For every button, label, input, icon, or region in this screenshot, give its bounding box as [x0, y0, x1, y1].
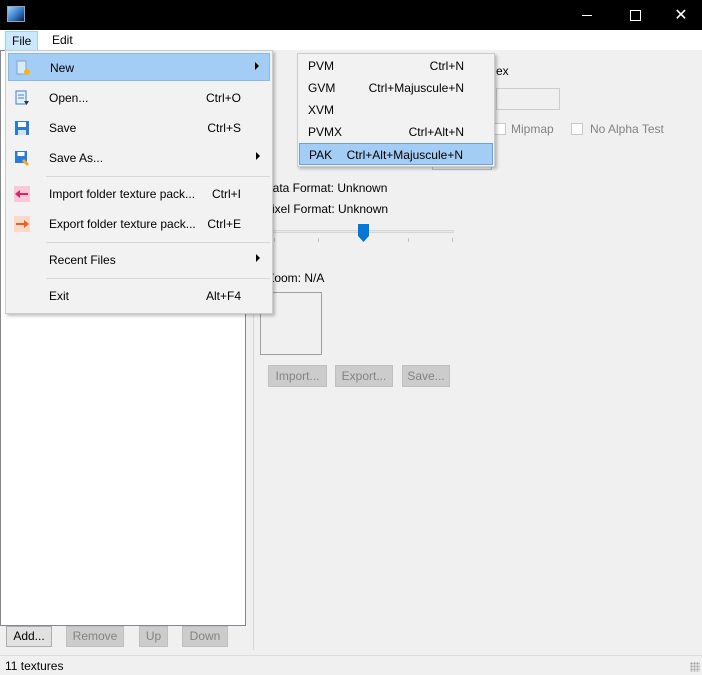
menu-bar [0, 30, 702, 50]
minimize-icon [582, 14, 592, 16]
import-texture-button[interactable]: Import... [268, 365, 327, 387]
submenu-item-label: PAK [309, 148, 333, 162]
status-text: 11 textures [5, 659, 64, 673]
maximize-icon [629, 9, 641, 21]
menu-item-shortcut: Ctrl+S [207, 121, 241, 135]
menu-edit[interactable]: Edit [46, 31, 79, 50]
remove-button[interactable]: Remove [66, 626, 124, 647]
texture-name-field[interactable] [496, 88, 560, 110]
save-icon [14, 120, 30, 136]
save-as-icon [14, 150, 30, 166]
app-icon [7, 6, 25, 22]
submenu-item-label: PVM [308, 59, 335, 73]
new-file-icon [15, 60, 31, 76]
close-button[interactable]: ✕ [658, 0, 702, 30]
menu-separator [46, 278, 270, 279]
save-texture-button[interactable]: Save... [402, 365, 450, 387]
minimize-button[interactable] [564, 0, 610, 30]
menu-item-new[interactable]: New [8, 53, 270, 81]
menu-item-label: Import folder texture pack... [49, 187, 196, 201]
menu-item-import-folder[interactable]: Import folder texture pack... Ctrl+I [8, 180, 270, 208]
zoom-slider-thumb[interactable] [358, 224, 369, 242]
submenu-item-shortcut: Ctrl+Alt+Majuscule+N [346, 148, 463, 162]
menu-item-exit[interactable]: Exit Alt+F4 [8, 282, 270, 310]
no-alpha-test-label: No Alpha Test [590, 122, 664, 136]
menu-separator [46, 242, 270, 243]
zoom-label: Zoom: N/A [270, 271, 325, 285]
menu-item-label: New [50, 61, 75, 75]
menu-item-label: Open... [49, 91, 89, 105]
submenu-arrow-icon [256, 254, 260, 262]
menu-item-label: Export folder texture pack... [49, 217, 196, 231]
menu-item-recent-files[interactable]: Recent Files [8, 246, 270, 274]
down-button[interactable]: Down [182, 626, 228, 647]
menu-item-export-folder[interactable]: Export folder texture pack... Ctrl+E [8, 210, 270, 238]
no-alpha-test-checkbox[interactable] [571, 123, 583, 135]
menu-item-label: Exit [49, 289, 70, 303]
slider-tick [452, 238, 453, 242]
menu-file[interactable]: File [5, 31, 39, 52]
menu-item-save[interactable]: Save Ctrl+S [8, 114, 270, 142]
menu-item-label: Save [49, 121, 77, 135]
submenu-item-pak[interactable]: PAK Ctrl+Alt+Majuscule+N [299, 143, 493, 165]
texture-name-label: ex [496, 64, 509, 78]
status-bar [0, 655, 702, 675]
submenu-item-xvm[interactable]: XVM [299, 99, 493, 121]
open-icon [14, 90, 30, 106]
submenu-item-pvm[interactable]: PVM Ctrl+N [299, 55, 493, 77]
slider-tick [408, 238, 409, 242]
submenu-item-shortcut: Ctrl+Majuscule+N [368, 81, 464, 95]
menu-separator [46, 176, 270, 177]
submenu-arrow-icon [255, 62, 259, 70]
menu-item-shortcut: Alt+F4 [205, 289, 241, 303]
resize-grip-icon[interactable] [690, 662, 700, 672]
export-arrow-icon [14, 216, 30, 232]
data-format-label: Data Format: Unknown [270, 181, 388, 195]
up-button[interactable]: Up [139, 626, 168, 647]
submenu-item-shortcut: Ctrl+Alt+N [408, 125, 464, 139]
menu-item-open[interactable]: Open... Ctrl+O [8, 84, 270, 112]
maximize-button[interactable] [612, 0, 658, 30]
add-button[interactable]: Add... [6, 626, 52, 647]
mipmap-label: Mipmap [511, 122, 554, 136]
slider-tick [274, 238, 275, 242]
menu-item-shortcut: Ctrl+O [205, 91, 241, 105]
menu-item-save-as[interactable]: Save As... [8, 144, 270, 172]
menu-item-label: Save As... [49, 151, 104, 165]
pixel-format-label: Pixel Format: Unknown [270, 202, 389, 216]
submenu-item-label: XVM [308, 103, 335, 117]
import-arrow-icon [14, 186, 30, 202]
submenu-item-label: PVMX [308, 125, 343, 139]
submenu-arrow-icon [256, 152, 260, 160]
submenu-item-label: GVM [308, 81, 336, 95]
mipmap-checkbox[interactable] [494, 123, 506, 135]
menu-item-shortcut: Ctrl+I [211, 187, 241, 201]
slider-tick [318, 238, 319, 242]
close-icon: ✕ [674, 7, 688, 24]
submenu-item-pvmx[interactable]: PVMX Ctrl+Alt+N [299, 121, 493, 143]
submenu-item-gvm[interactable]: GVM Ctrl+Majuscule+N [299, 77, 493, 99]
menu-item-label: Recent Files [49, 253, 116, 267]
menu-item-shortcut: Ctrl+E [207, 217, 241, 231]
export-texture-button[interactable]: Export... [335, 365, 393, 387]
submenu-item-shortcut: Ctrl+N [429, 59, 464, 73]
window-title: PAK Editor - D:\Jeux\Sonic Adventure 2\m… [33, 7, 553, 21]
